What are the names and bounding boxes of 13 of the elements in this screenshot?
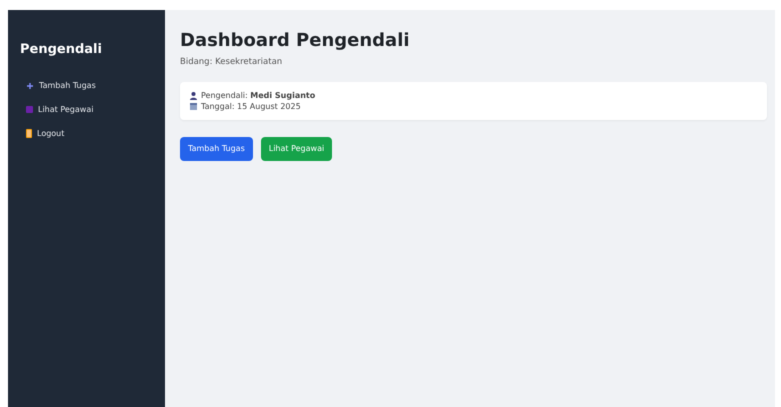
- page-subtitle: Bidang: Kesekretariatan: [180, 56, 282, 67]
- person-icon: [190, 92, 197, 100]
- plus-icon: [26, 82, 34, 90]
- sidebar-title: Pengendali: [20, 41, 102, 59]
- page-title: Dashboard Pengendali: [180, 30, 411, 52]
- calendar-icon: [190, 103, 197, 110]
- info-text: Tanggal: 15 August 2025: [201, 101, 301, 112]
- info-text: Pengendali: Medi Sugianto: [201, 90, 316, 102]
- action-button[interactable]: Tambah Tugas: [180, 137, 253, 162]
- sidebar-link[interactable]: Logout: [20, 122, 153, 146]
- square-icon: [26, 106, 33, 113]
- sidebar-link[interactable]: Lihat Pegawai: [20, 98, 153, 122]
- sidebar-link[interactable]: Tambah Tugas: [20, 74, 153, 98]
